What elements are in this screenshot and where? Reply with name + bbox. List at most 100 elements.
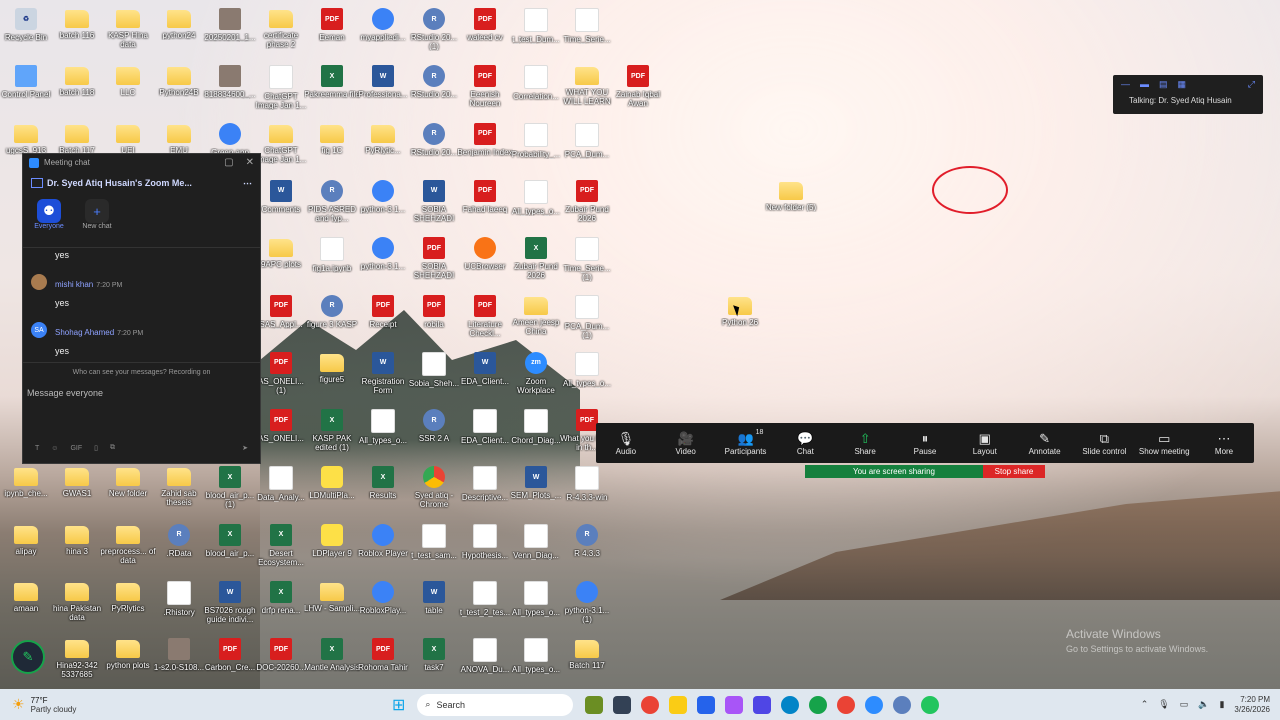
desktop-icon[interactable]: Time_Serie... (1) <box>559 231 615 287</box>
desktop-icon[interactable]: LDMultiPla... <box>304 460 360 516</box>
desktop-icon[interactable]: All_types_o... <box>559 346 615 402</box>
desktop-icon[interactable]: t_test_Dum... <box>508 2 564 58</box>
desktop-icon[interactable]: PDF robila <box>406 289 462 345</box>
desktop-icon[interactable]: Ameen jeesp China <box>508 289 564 345</box>
desktop-icon[interactable]: alipay <box>0 518 54 574</box>
chrome-icon[interactable] <box>641 695 660 714</box>
desktop-icon[interactable]: ♻ Recycle Bin <box>0 2 54 58</box>
desktop-icon[interactable]: EDA_Client... <box>457 403 513 459</box>
desktop-icon[interactable]: W SOBIA SHEHZADI <box>406 174 462 230</box>
desktop-icon[interactable]: LHW - Sampli... <box>304 575 360 631</box>
desktop-icon[interactable]: W Comments <box>253 174 309 230</box>
pen-icon[interactable]: ✎ <box>11 640 45 674</box>
network-icon[interactable]: ▭ <box>1180 699 1189 710</box>
desktop-icon[interactable]: ChatGPT Image Jan 1... <box>253 59 309 115</box>
desktop-icon[interactable]: python-3.1... <box>355 231 411 287</box>
desktop-icon[interactable]: Xblood_air_p... (1) <box>202 460 258 516</box>
desktop-icon[interactable]: X Desert Ecosystem... <box>253 518 309 574</box>
tab-everyone[interactable]: ⚉ Everyone <box>29 199 69 235</box>
desktop-icon[interactable]: Probability_... <box>508 117 564 173</box>
desktop-icon[interactable]: Descriptive... <box>457 460 513 516</box>
emoji-icon[interactable]: ☺ <box>51 445 58 452</box>
file-icon[interactable]: ▯ <box>94 444 98 452</box>
desktop-icon[interactable]: Time_Serie... <box>559 2 615 58</box>
desktop-icon[interactable]: hina 3 <box>49 518 105 574</box>
close-icon[interactable]: ✕ <box>246 157 254 168</box>
desktop-icon[interactable]: Chord_Diag... <box>508 403 564 459</box>
desktop-icon[interactable]: PDF Fahad laeeq <box>457 174 513 230</box>
desktop-icon[interactable]: W SEM_Plots_... <box>508 460 564 516</box>
chrome-icon[interactable] <box>837 695 856 714</box>
desktop-icon[interactable]: R RStudio 20... (1) <box>406 2 462 58</box>
chevron-up-icon[interactable]: ⌃ <box>1141 699 1149 710</box>
desktop-icon[interactable]: python24 <box>151 2 207 58</box>
expand-icon[interactable]: ⤢ <box>1248 79 1255 90</box>
screenshot-icon[interactable]: ⧉ <box>110 444 115 452</box>
toolbar-participants-button[interactable]: 👥 18 Participants <box>718 429 774 456</box>
desktop-icon[interactable]: R PIDS ASRED and fyp... <box>304 174 360 230</box>
desktop-icon[interactable]: Python 26 <box>712 289 768 345</box>
desktop-icon[interactable]: X Pakreemma file <box>304 59 360 115</box>
desktop-icon[interactable]: python-3.1... <box>355 174 411 230</box>
desktop-icon[interactable]: UCBrowser <box>457 231 513 287</box>
desktop-icon[interactable]: 9APC plots <box>253 231 309 287</box>
desktop-icon[interactable]: PCA_Dum... (1) <box>559 289 615 345</box>
gif-button[interactable]: GIF <box>70 445 82 452</box>
desktop-icon[interactable]: Hypothesis... <box>457 518 513 574</box>
edge-icon[interactable] <box>781 695 800 714</box>
desktop-icon[interactable]: W Registration Form <box>355 346 411 402</box>
widgets-icon[interactable] <box>585 695 604 714</box>
desktop-icon[interactable]: Sobia_Sheh... <box>406 346 462 402</box>
desktop-icon[interactable]: batch 118 <box>49 59 105 115</box>
desktop-icon[interactable]: New folder <box>100 460 156 516</box>
popout-icon[interactable]: ▢ <box>224 157 233 168</box>
desktop-icon[interactable]: PDF SOBIA SHEHZADI <box>406 231 462 287</box>
desktop-icon[interactable]: New folder (5) <box>763 174 819 230</box>
windows-start-icon[interactable]: ⊞ <box>392 695 405 715</box>
desktop-icon[interactable]: PCA_Dum... <box>559 117 615 173</box>
toolbar-chat-button[interactable]: 💬 Chat <box>777 431 833 456</box>
desktop-icon[interactable]: amaan <box>0 575 54 631</box>
toolbar-video-button[interactable]: 🎥 Video <box>658 431 714 456</box>
desktop-icon[interactable]: All_types_o... <box>508 174 564 230</box>
stop-share-button[interactable]: Stop share <box>983 465 1045 478</box>
desktop-icon[interactable]: hina Pakistan data <box>49 575 105 631</box>
desktop-icon[interactable]: figure5 <box>304 346 360 402</box>
desktop-icon[interactable]: Xblood_air_p... <box>202 518 258 574</box>
desktop-icon[interactable]: ipynb_che... <box>0 460 54 516</box>
zoom-icon[interactable] <box>865 695 884 714</box>
desktop-icon[interactable]: WHAT YOU WILL LEARN <box>559 59 615 115</box>
desktop-icon[interactable]: All_types_o... <box>508 632 564 688</box>
battery-icon[interactable]: ▮ <box>1219 699 1224 710</box>
weather-widget[interactable]: ☀ 77°F Partly cloudy <box>0 696 192 714</box>
taskbar-search[interactable]: ⌕ Search <box>417 693 574 716</box>
desktop-icon[interactable]: .Rhistory <box>151 575 207 631</box>
task-view-icon[interactable] <box>613 695 632 714</box>
desktop-icon[interactable]: ANOVA_Du... <box>457 632 513 688</box>
volume-icon[interactable]: 🔈 <box>1198 699 1209 710</box>
desktop-icon[interactable]: All_types_o... <box>508 575 564 631</box>
desktop-icon[interactable]: R RStudio 20... <box>406 117 462 173</box>
desktop-icon[interactable]: Python24B <box>151 59 207 115</box>
desktop-icon[interactable]: R-4.3.3-win <box>559 460 615 516</box>
teams-icon[interactable] <box>753 695 772 714</box>
desktop-icon[interactable]: Roblox Player <box>355 518 411 574</box>
toolbar-slide-control-button[interactable]: ⧉ Slide control <box>1076 431 1132 456</box>
tab-new-chat[interactable]: + New chat <box>77 199 117 235</box>
toolbar-audio-button[interactable]: 🎙 Audio <box>598 431 654 456</box>
desktop-icon[interactable]: LLC <box>100 59 156 115</box>
toolbar-show-meeting-button[interactable]: ▭ Show meeting <box>1136 431 1192 456</box>
desktop-icon[interactable]: python plots <box>100 632 156 688</box>
desktop-icon[interactable]: Venn_Diag... <box>508 518 564 574</box>
chat-title[interactable]: Dr. Syed Atiq Husain's Zoom Me... <box>47 178 192 188</box>
desktop-icon[interactable]: ChatGPT Image Jan 1... <box>253 117 309 173</box>
desktop-icon[interactable]: Rfigure 3 KASP <box>304 289 360 345</box>
desktop-icon[interactable]: PyRlytic... <box>355 117 411 173</box>
microphone-icon[interactable]: 🎙 <box>1158 699 1169 710</box>
desktop-icon[interactable]: LDPlayer 9 <box>304 518 360 574</box>
desktop-icon[interactable]: PDF Carbon_Cre... <box>202 632 258 688</box>
copilot-icon[interactable] <box>725 695 744 714</box>
r-icon[interactable] <box>893 695 912 714</box>
desktop-icon[interactable]: 20250201_1... <box>202 2 258 58</box>
desktop-icon[interactable]: Xtask7 <box>406 632 462 688</box>
